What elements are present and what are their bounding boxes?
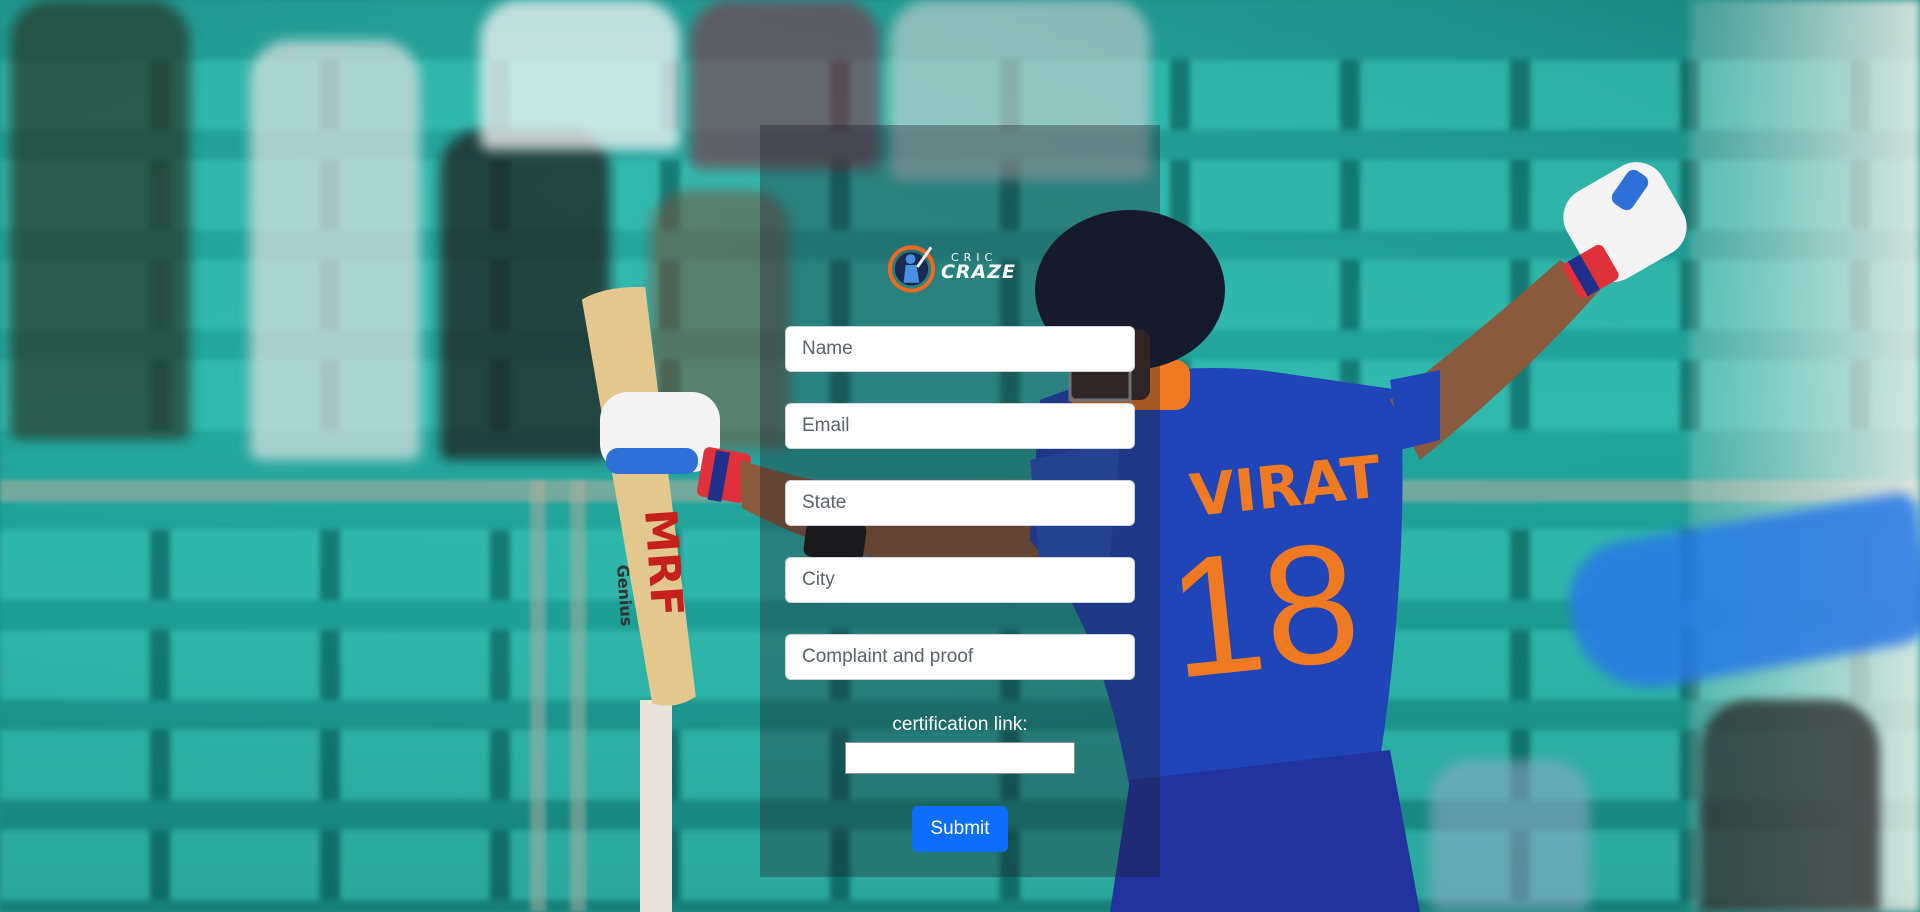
railing-post bbox=[530, 480, 546, 912]
crowd-spectator bbox=[440, 130, 610, 460]
city-input[interactable] bbox=[785, 557, 1135, 603]
railing-post bbox=[570, 480, 586, 912]
cric-craze-logo: CRIC CRAZE bbox=[884, 236, 1016, 298]
crowd-spectator bbox=[10, 0, 190, 440]
crowd-spectator bbox=[480, 0, 680, 150]
complaint-input[interactable] bbox=[785, 634, 1135, 680]
crowd-spectator bbox=[1430, 760, 1590, 912]
name-input[interactable] bbox=[785, 326, 1135, 372]
logo-text-bottom: CRAZE bbox=[940, 261, 1016, 283]
railing-post bbox=[1360, 480, 1376, 912]
email-input[interactable] bbox=[785, 403, 1135, 449]
crowd-spectator bbox=[250, 40, 420, 460]
certification-link-label: certification link: bbox=[892, 714, 1028, 735]
tv-camera bbox=[1700, 700, 1880, 912]
state-input[interactable] bbox=[785, 480, 1135, 526]
submit-button[interactable]: Submit bbox=[912, 806, 1008, 852]
batsman-logo-icon bbox=[887, 245, 936, 293]
logo-wordmark: CRIC CRAZE bbox=[941, 252, 1016, 282]
certification-link-input[interactable] bbox=[845, 742, 1075, 774]
page: MRF Genius VIRAT 18 CRIC CRAZE Name Emai… bbox=[0, 0, 1920, 912]
